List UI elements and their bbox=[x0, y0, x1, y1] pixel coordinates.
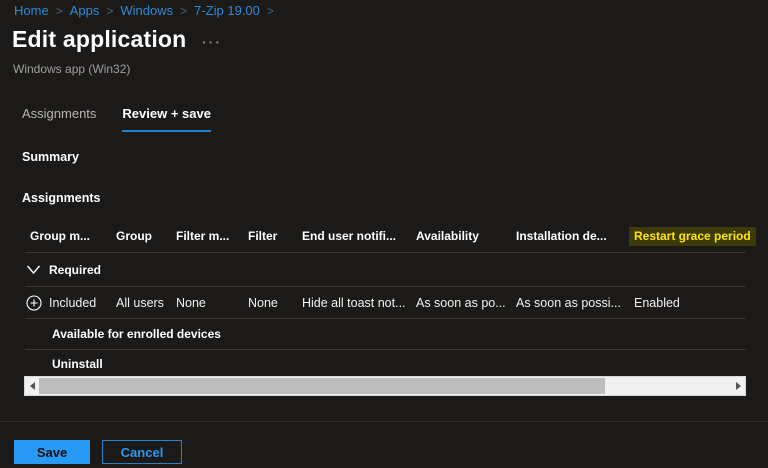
group-label: Uninstall bbox=[52, 357, 103, 371]
save-button[interactable]: Save bbox=[14, 440, 90, 464]
table-divider bbox=[25, 349, 746, 350]
column-header-availability[interactable]: Availability bbox=[416, 229, 516, 243]
assignments-heading: Assignments bbox=[22, 191, 101, 205]
cell-group: All users bbox=[116, 295, 164, 310]
column-header-group-mode[interactable]: Group m... bbox=[30, 229, 116, 243]
cell-restart-grace-period: Enabled bbox=[634, 295, 680, 310]
summary-heading: Summary bbox=[22, 150, 79, 164]
breadcrumb-separator: > bbox=[180, 3, 188, 18]
cell-filter-mode: None bbox=[176, 295, 206, 310]
group-row-required[interactable]: Required bbox=[0, 256, 768, 284]
column-header-end-user-notification[interactable]: End user notifi... bbox=[302, 229, 416, 243]
scrollbar-track[interactable] bbox=[39, 377, 731, 395]
group-row-available[interactable]: Available for enrolled devices bbox=[0, 321, 768, 347]
table-divider bbox=[25, 286, 746, 287]
cell-filter: None bbox=[248, 295, 278, 310]
scroll-left-arrow-icon[interactable] bbox=[25, 377, 39, 395]
breadcrumb-7zip[interactable]: 7-Zip 19.00 bbox=[194, 3, 260, 18]
breadcrumb-windows[interactable]: Windows bbox=[120, 3, 173, 18]
column-header-restart-grace-period[interactable]: Restart grace period bbox=[629, 227, 768, 246]
assignments-table-header: Group m... Group Filter m... Filter End … bbox=[0, 227, 768, 246]
breadcrumb-separator: > bbox=[266, 3, 274, 18]
cell-availability: As soon as po... bbox=[416, 295, 506, 310]
highlighted-column-label: Restart grace period bbox=[629, 227, 756, 246]
tab-assignments[interactable]: Assignments bbox=[22, 106, 96, 132]
wizard-tabs: Assignments Review + save bbox=[22, 106, 211, 132]
cell-group-mode-value: Included bbox=[49, 295, 97, 310]
table-divider bbox=[25, 318, 746, 319]
tab-review-save[interactable]: Review + save bbox=[122, 106, 211, 132]
table-divider bbox=[25, 252, 746, 253]
group-label: Required bbox=[49, 263, 102, 277]
page-subtitle: Windows app (Win32) bbox=[13, 62, 131, 76]
column-header-installation-deadline[interactable]: Installation de... bbox=[516, 229, 634, 243]
horizontal-scrollbar[interactable] bbox=[24, 376, 746, 396]
column-header-group[interactable]: Group bbox=[116, 229, 176, 243]
scrollbar-thumb[interactable] bbox=[39, 378, 605, 394]
scroll-right-arrow-icon[interactable] bbox=[731, 377, 745, 395]
cell-group-mode: Included bbox=[26, 294, 116, 311]
breadcrumb-separator: > bbox=[106, 3, 114, 18]
cancel-button[interactable]: Cancel bbox=[102, 440, 182, 464]
table-row[interactable]: Included All users None None Hide all to… bbox=[0, 289, 768, 316]
breadcrumb-apps[interactable]: Apps bbox=[70, 3, 100, 18]
more-options-button[interactable]: ··· bbox=[202, 34, 222, 50]
edit-application-page: Home > Apps > Windows > 7-Zip 19.00 > Ed… bbox=[0, 0, 768, 468]
breadcrumb: Home > Apps > Windows > 7-Zip 19.00 > bbox=[14, 3, 274, 18]
group-row-uninstall[interactable]: Uninstall bbox=[0, 352, 768, 376]
column-header-filter-mode[interactable]: Filter m... bbox=[176, 229, 248, 243]
cell-installation-deadline: As soon as possi... bbox=[516, 295, 621, 310]
footer-divider bbox=[0, 421, 768, 422]
chevron-down-icon[interactable] bbox=[26, 264, 41, 276]
breadcrumb-home[interactable]: Home bbox=[14, 3, 49, 18]
cell-end-user-notification: Hide all toast not... bbox=[302, 295, 406, 310]
page-title: Edit application bbox=[12, 26, 187, 52]
add-circle-icon[interactable] bbox=[26, 294, 42, 311]
column-header-filter[interactable]: Filter bbox=[248, 229, 302, 243]
breadcrumb-separator: > bbox=[55, 3, 63, 18]
group-label: Available for enrolled devices bbox=[52, 327, 221, 341]
